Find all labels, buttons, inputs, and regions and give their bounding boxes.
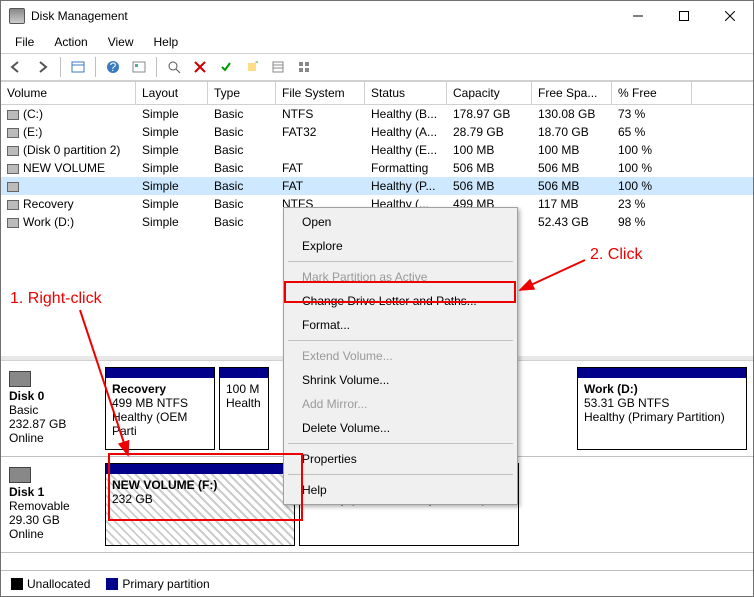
menu-help[interactable]: Help <box>146 33 187 51</box>
partition[interactable]: Recovery499 MB NTFSHealthy (OEM Parti <box>105 367 215 450</box>
volume-row[interactable]: (E:)SimpleBasicFAT32Healthy (A...28.79 G… <box>1 123 753 141</box>
menu-view[interactable]: View <box>100 33 142 51</box>
menu-item-format[interactable]: Format... <box>286 313 515 337</box>
col-layout[interactable]: Layout <box>136 82 208 104</box>
volume-icon <box>7 164 19 174</box>
minimize-button[interactable] <box>615 1 661 31</box>
volume-icon <box>7 182 19 192</box>
col-capacity[interactable]: Capacity <box>447 82 532 104</box>
menu-item-properties[interactable]: Properties <box>286 447 515 471</box>
disk-info[interactable]: Disk 1Removable29.30 GBOnline <box>7 463 99 546</box>
context-menu: OpenExplore Mark Partition as ActiveChang… <box>283 207 518 505</box>
volume-icon <box>7 110 19 120</box>
menu-item-explore[interactable]: Explore <box>286 234 515 258</box>
menu-separator <box>288 443 513 444</box>
menu-item-mark-partition-as-active: Mark Partition as Active <box>286 265 515 289</box>
back-button[interactable] <box>5 56 29 78</box>
volume-header-row: Volume Layout Type File System Status Ca… <box>1 82 753 105</box>
volume-icon <box>7 200 19 210</box>
disk-info[interactable]: Disk 0Basic232.87 GBOnline <box>7 367 99 450</box>
find-button[interactable] <box>162 56 186 78</box>
legend: Unallocated Primary partition <box>1 570 753 596</box>
menubar: File Action View Help <box>1 31 753 53</box>
check-button[interactable] <box>214 56 238 78</box>
disk-icon <box>9 371 31 387</box>
separator <box>60 57 61 77</box>
svg-text:?: ? <box>110 60 117 74</box>
close-button[interactable] <box>707 1 753 31</box>
help-button[interactable]: ? <box>101 56 125 78</box>
delete-button[interactable] <box>188 56 212 78</box>
volume-row[interactable]: SimpleBasicFATHealthy (P...506 MB506 MB1… <box>1 177 753 195</box>
toolbar: ? + <box>1 53 753 81</box>
volume-icon <box>7 218 19 228</box>
volume-icon <box>7 146 19 156</box>
menu-item-extend-volume: Extend Volume... <box>286 344 515 368</box>
col-volume[interactable]: Volume <box>1 82 136 104</box>
legend-primary: Primary partition <box>106 577 209 591</box>
col-status[interactable]: Status <box>365 82 447 104</box>
new-button[interactable]: + <box>240 56 264 78</box>
maximize-button[interactable] <box>661 1 707 31</box>
menu-item-help[interactable]: Help <box>286 478 515 502</box>
menu-separator <box>288 474 513 475</box>
disk-icon <box>9 467 31 483</box>
separator <box>156 57 157 77</box>
menu-item-delete-volume[interactable]: Delete Volume... <box>286 416 515 440</box>
col-type[interactable]: Type <box>208 82 276 104</box>
volume-icon <box>7 128 19 138</box>
partition[interactable]: 100 MHealth <box>219 367 269 450</box>
menu-file[interactable]: File <box>7 33 42 51</box>
col-filesystem[interactable]: File System <box>276 82 365 104</box>
menu-separator <box>288 340 513 341</box>
window-title: Disk Management <box>31 9 615 23</box>
col-free[interactable]: Free Spa... <box>532 82 612 104</box>
grid-button[interactable] <box>292 56 316 78</box>
menu-item-shrink-volume[interactable]: Shrink Volume... <box>286 368 515 392</box>
menu-item-open[interactable]: Open <box>286 210 515 234</box>
menu-separator <box>288 261 513 262</box>
menu-item-add-mirror: Add Mirror... <box>286 392 515 416</box>
app-icon <box>9 8 25 24</box>
legend-unallocated: Unallocated <box>11 577 90 591</box>
svg-text:+: + <box>255 61 258 69</box>
separator <box>95 57 96 77</box>
titlebar: Disk Management <box>1 1 753 31</box>
col-pctfree[interactable]: % Free <box>612 82 692 104</box>
volume-row[interactable]: (Disk 0 partition 2)SimpleBasicHealthy (… <box>1 141 753 159</box>
partition[interactable]: Work (D:)53.31 GB NTFSHealthy (Primary P… <box>577 367 747 450</box>
partition[interactable]: NEW VOLUME (F:)232 GB <box>105 463 295 546</box>
menu-action[interactable]: Action <box>46 33 95 51</box>
volume-row[interactable]: (C:)SimpleBasicNTFSHealthy (B...178.97 G… <box>1 105 753 123</box>
menu-item-change-drive-letter-and-paths[interactable]: Change Drive Letter and Paths... <box>286 289 515 313</box>
forward-button[interactable] <box>31 56 55 78</box>
volume-row[interactable]: NEW VOLUMESimpleBasicFATFormatting506 MB… <box>1 159 753 177</box>
settings-button[interactable] <box>127 56 151 78</box>
toolbar-view-button[interactable] <box>66 56 90 78</box>
list-button[interactable] <box>266 56 290 78</box>
